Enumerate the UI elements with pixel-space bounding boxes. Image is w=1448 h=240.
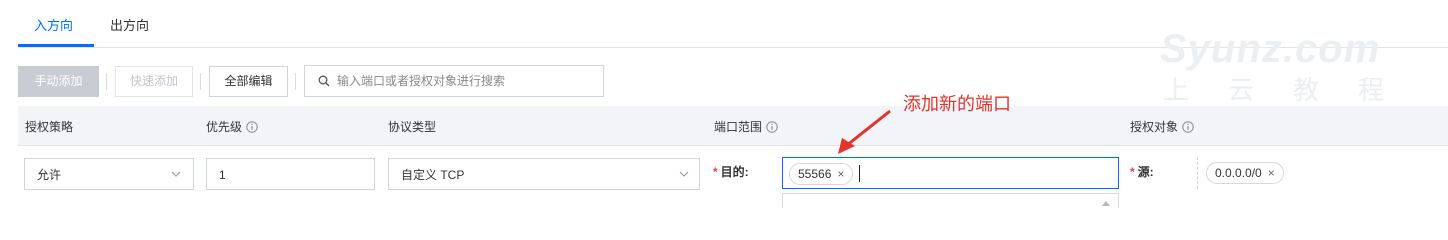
- info-icon[interactable]: [246, 121, 258, 133]
- port-tag: 55566 ×: [789, 163, 854, 185]
- port-dropdown[interactable]: [782, 193, 1119, 208]
- toolbar-divider: [106, 73, 107, 90]
- annotation-text: 添加新的端口: [903, 94, 1011, 114]
- policy-value: 允许: [37, 168, 62, 182]
- header-auth-object: 授权对象: [1130, 120, 1194, 134]
- tab-outbound[interactable]: 出方向: [110, 18, 149, 34]
- toolbar-divider: [295, 73, 296, 90]
- scroll-up-icon[interactable]: [1102, 200, 1110, 206]
- priority-input[interactable]: 1: [206, 158, 375, 190]
- watermark-title: Syunz.com: [1160, 27, 1381, 71]
- table-header: 授权策略 优先级 协议类型 端口范围 授权对象: [18, 106, 1448, 146]
- manual-add-button[interactable]: 手动添加: [18, 66, 99, 97]
- header-port-range: 端口范围: [714, 120, 778, 134]
- priority-value: 1: [219, 168, 226, 182]
- tab-inbound[interactable]: 入方向: [34, 18, 73, 34]
- info-icon[interactable]: [1182, 121, 1194, 133]
- toolbar-divider: [200, 73, 201, 90]
- chevron-down-icon: [171, 171, 181, 177]
- search-placeholder: 输入端口或者授权对象进行搜索: [337, 74, 506, 88]
- protocol-select[interactable]: 自定义 TCP: [388, 158, 700, 190]
- search-input[interactable]: 输入端口或者授权对象进行搜索: [304, 65, 604, 97]
- destination-label: * 目的:: [713, 165, 749, 179]
- source-label: * 源:: [1130, 165, 1154, 179]
- close-icon[interactable]: ×: [1268, 166, 1275, 180]
- protocol-value: 自定义 TCP: [401, 168, 465, 182]
- header-protocol: 协议类型: [388, 120, 437, 134]
- quick-add-button[interactable]: 快速添加: [115, 66, 193, 97]
- watermark-subtitle: 上云教程: [1163, 75, 1424, 105]
- header-priority: 优先级: [206, 120, 258, 134]
- chevron-down-icon: [679, 171, 689, 177]
- header-policy: 授权策略: [25, 120, 74, 134]
- port-range-input[interactable]: 55566 ×: [782, 157, 1119, 189]
- active-tab-indicator: [18, 44, 94, 47]
- close-icon[interactable]: ×: [837, 167, 844, 181]
- info-icon[interactable]: [766, 121, 778, 133]
- search-icon: [318, 75, 330, 87]
- edit-all-button[interactable]: 全部编辑: [209, 66, 288, 97]
- source-input[interactable]: 0.0.0.0/0 ×: [1197, 157, 1448, 189]
- text-caret: [859, 165, 860, 182]
- source-tag: 0.0.0.0/0 ×: [1206, 162, 1284, 184]
- annotation-arrow-icon: [838, 109, 891, 154]
- policy-select[interactable]: 允许: [24, 158, 194, 190]
